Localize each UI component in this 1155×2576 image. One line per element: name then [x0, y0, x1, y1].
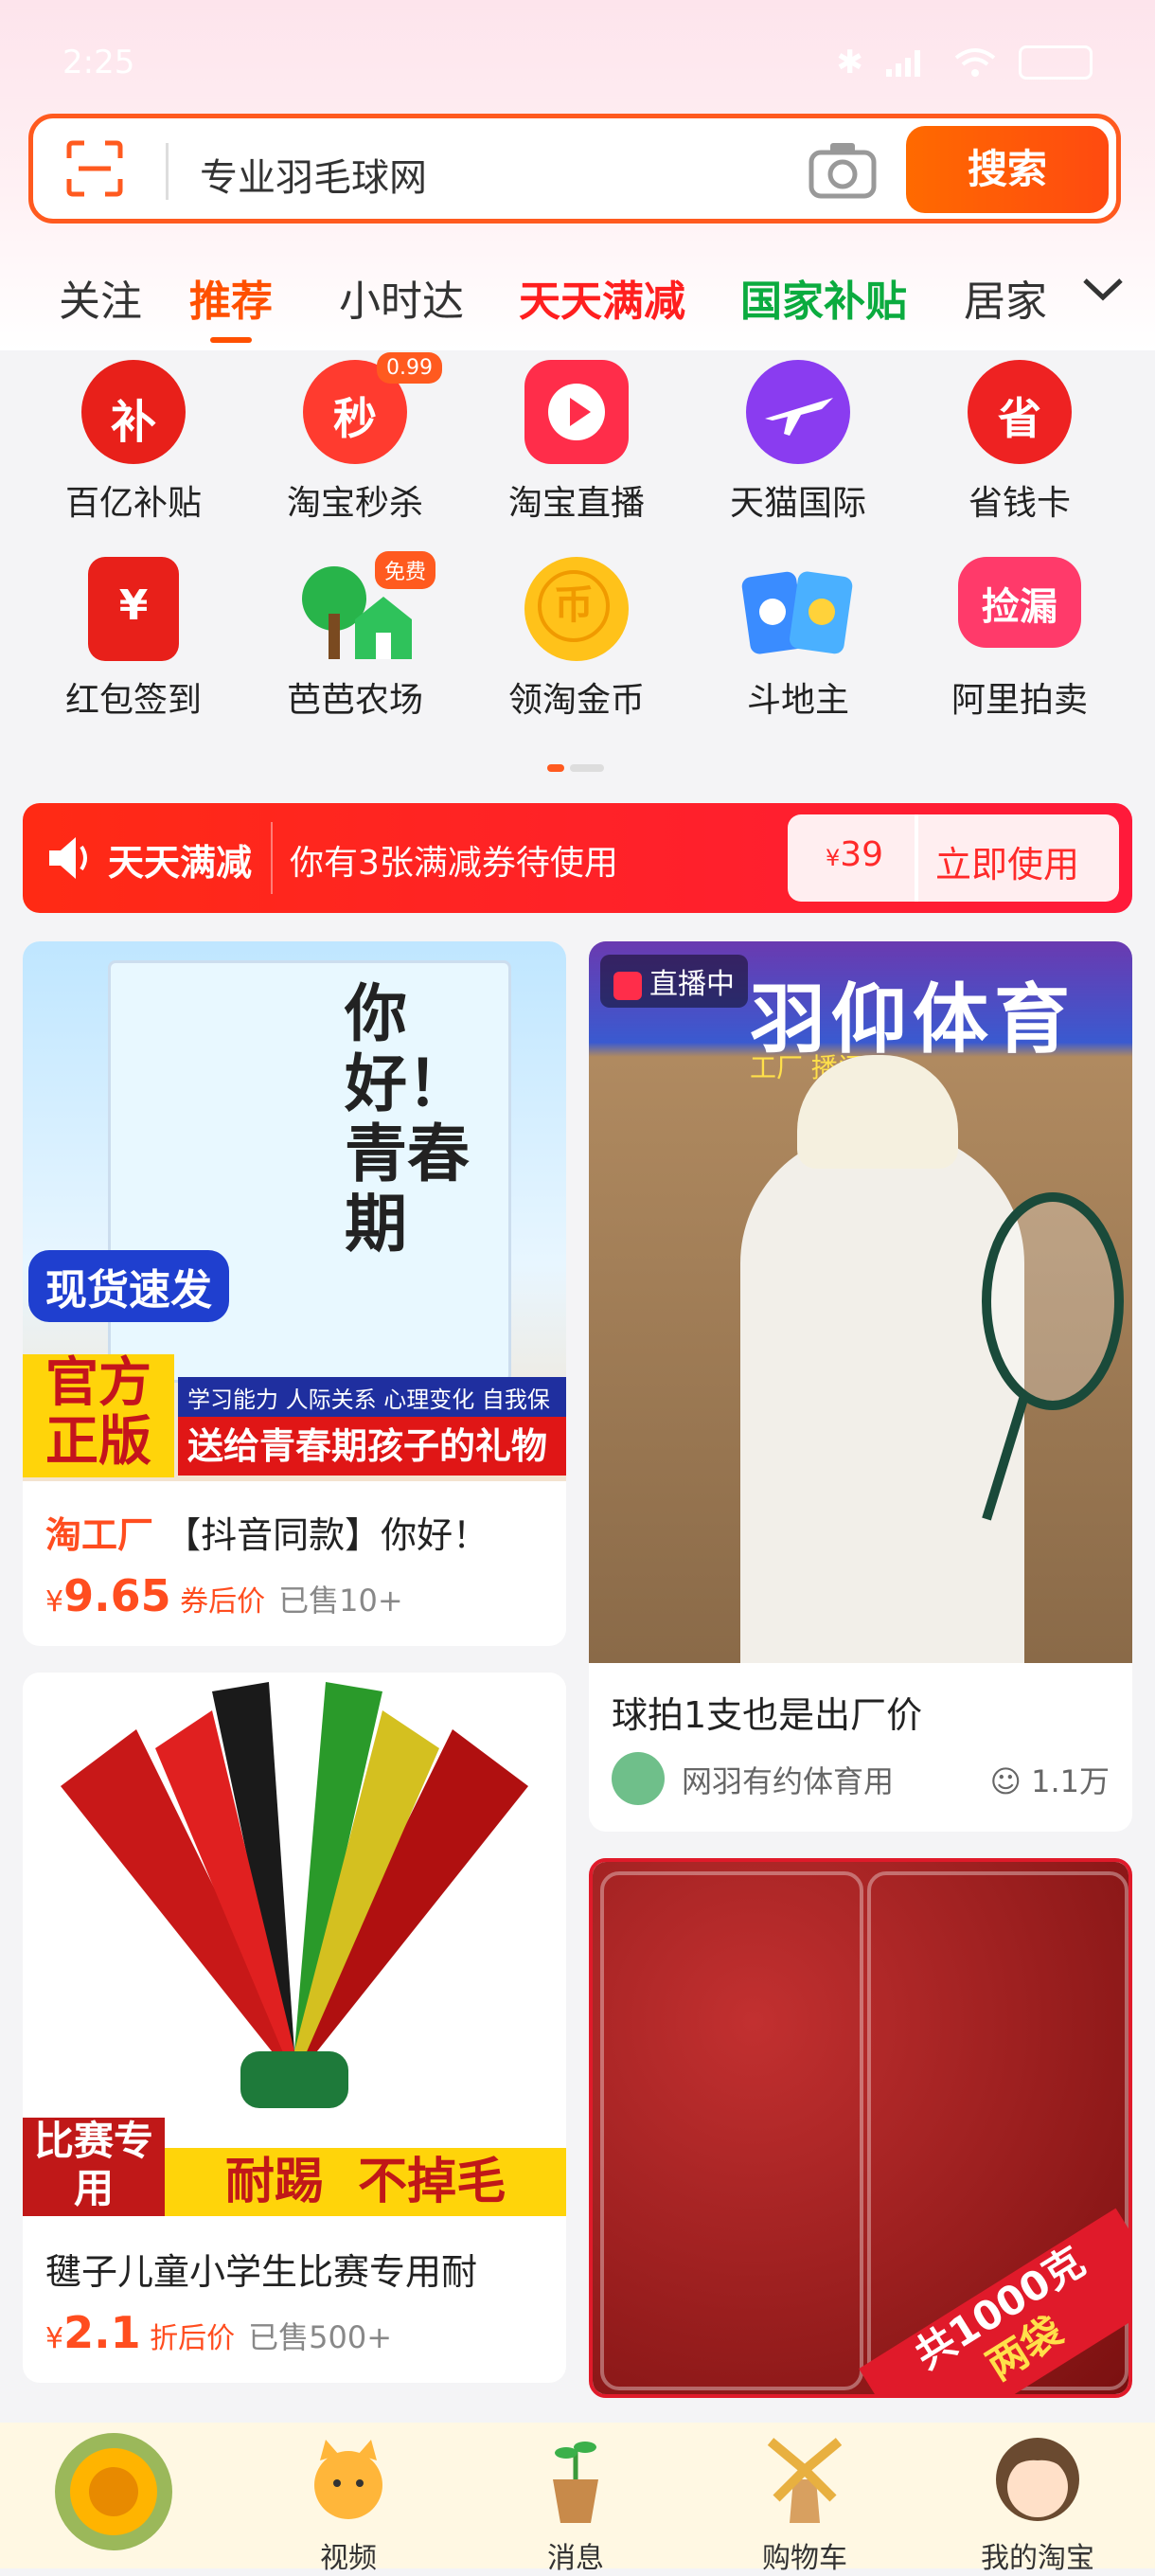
grid-item-tmall-global[interactable]: 天猫国际 [687, 360, 909, 525]
book-title: 你好！青春期 [345, 977, 470, 1261]
coupon-amount: ¥39 [826, 835, 884, 874]
category-tabs: 关注 推荐 小时达 天天满减 国家补贴 居家 [0, 256, 1155, 343]
free-badge: 免费 [375, 551, 436, 589]
red-packet-icon: ¥ [88, 557, 179, 661]
search-bar[interactable]: 专业羽毛球网 搜索 [28, 114, 1121, 224]
signal-icon [886, 50, 920, 77]
cat-video-icon [314, 2440, 382, 2519]
grid-item-subsidy[interactable]: 补 百亿补贴 [23, 360, 244, 525]
plant-message-icon [553, 2442, 598, 2523]
use-now-button[interactable]: 立即使用 [935, 835, 1079, 887]
brand-label: 淘工厂 [45, 1514, 154, 1556]
shuttlecock-image [61, 1682, 528, 2108]
sunflower-home-icon [55, 2433, 172, 2550]
live-indicator-icon [613, 971, 642, 1000]
tab-daily-discount[interactable]: 天天满减 [519, 267, 685, 328]
nav-messages[interactable]: 消息 [490, 2432, 661, 2576]
price-badge: 0.99 [377, 352, 442, 384]
bottom-navigation: 视频 消息 购物车 我的淘宝 [0, 2423, 1155, 2575]
live-icon [524, 360, 629, 464]
nav-profile[interactable]: 我的淘宝 [952, 2432, 1123, 2576]
product-image: 比赛专用 耐踢 不掉毛 [23, 1673, 566, 2216]
banner-text: 你有3张满减券待使用 [290, 844, 618, 883]
wifi-icon [954, 48, 996, 77]
in-stock-tag: 现货速发 [28, 1250, 229, 1322]
product-image: 你好！青春期 现货速发 官方正版 学习能力 人际关系 心理变化 自我保护 送给青… [23, 941, 566, 1481]
windmill-cart-icon [767, 2438, 843, 2523]
slogan: 耐踢 不掉毛 [165, 2148, 566, 2216]
product-card-shuttlecock[interactable]: 比赛专用 耐踢 不掉毛 毽子儿童小学生比赛专用耐 ¥2.1 折后价 已售500+ [23, 1673, 566, 2383]
gold-coin-icon: 币 [524, 557, 629, 661]
product-price: ¥9.65 券后价 已售10+ [45, 1570, 403, 1621]
feature-grid: 补 百亿补贴 秒 0.99 淘宝秒杀 淘宝直播 天猫国际 省 省钱卡 ¥ 红包签… [0, 352, 1155, 739]
status-bar: 2:25 ✱ [62, 40, 1093, 87]
auction-icon: 捡漏 [958, 557, 1081, 648]
product-title: 毽子儿童小学生比赛专用耐 [45, 2251, 478, 2293]
tab-recommend[interactable]: 推荐 [189, 267, 273, 343]
grid-item-savings-card[interactable]: 省 省钱卡 [909, 360, 1130, 525]
product-card-dates[interactable]: 共1000克 两袋 [589, 1858, 1132, 2398]
product-title: 【抖音同款】你好！ [165, 1514, 489, 1556]
product-card-book[interactable]: 你好！青春期 现货速发 官方正版 学习能力 人际关系 心理变化 自我保护 送给青… [23, 941, 566, 1646]
viewer-count: ☺ 1.1万 [989, 1763, 1110, 1799]
savings-card-icon: 省 [968, 360, 1072, 464]
tab-follow[interactable]: 关注 [59, 267, 142, 328]
nav-home[interactable] [28, 2430, 199, 2557]
grid-item-red-packet[interactable]: ¥ 红包签到 [23, 557, 244, 722]
nav-cart[interactable]: 购物车 [720, 2432, 890, 2576]
banner-title: 天天满减 [108, 842, 253, 884]
coupon[interactable]: ¥39 立即使用 [788, 814, 1119, 902]
tmall-global-icon [746, 360, 850, 464]
competition-tag: 比赛专用 [23, 2118, 165, 2216]
avatar-profile-icon [996, 2438, 1079, 2521]
racket-icon [982, 1192, 1124, 1521]
chevron-down-icon[interactable] [1079, 265, 1127, 313]
tab-hourly-delivery[interactable]: 小时达 [339, 267, 464, 328]
grid-item-gold-coin[interactable]: 币 领淘金币 [466, 557, 687, 722]
camera-icon[interactable] [808, 139, 878, 200]
live-stream-image: 羽仰体育 工厂 播间 直播中 [589, 941, 1132, 1663]
search-button[interactable]: 搜索 [906, 126, 1109, 213]
grid-item-farm[interactable]: 免费 芭芭农场 [244, 551, 466, 722]
subsidy-icon: 补 [81, 360, 186, 464]
product-image: 共1000克 两袋 [593, 1862, 1128, 2394]
live-stream-card[interactable]: 羽仰体育 工厂 播间 直播中 球拍1支也是出厂价 网羽有约体育用 ☺ 1.1万 [589, 941, 1132, 1832]
tab-national-subsidy[interactable]: 国家补贴 [740, 267, 907, 328]
bluetooth-icon: ✱ [836, 44, 864, 81]
page-indicator [547, 758, 610, 776]
speaker-icon [49, 837, 87, 879]
status-time: 2:25 [62, 44, 135, 81]
grid-item-auction[interactable]: 捡漏 阿里拍卖 [909, 557, 1130, 722]
nav-video[interactable]: 视频 [263, 2432, 434, 2576]
viewers-icon: ☺ [989, 1763, 1022, 1799]
cards-game-icon [741, 557, 853, 661]
scan-icon[interactable] [65, 139, 124, 198]
product-price: ¥2.1 折后价 已售500+ [45, 2307, 393, 2358]
discount-banner[interactable]: 天天满减 你有3张满减券待使用 ¥39 立即使用 [23, 803, 1132, 913]
grid-item-flash-sale[interactable]: 秒 0.99 淘宝秒杀 [244, 352, 466, 525]
shop-name: 网羽有约体育用 [682, 1763, 895, 1799]
tab-home[interactable]: 居家 [964, 267, 1055, 328]
search-input[interactable]: 专业羽毛球网 [200, 147, 427, 202]
battery-icon [1019, 45, 1093, 80]
live-title: 球拍1支也是出厂价 [612, 1694, 923, 1736]
live-badge: 直播中 [600, 955, 748, 1008]
grid-item-live[interactable]: 淘宝直播 [466, 360, 687, 525]
grid-item-cards-game[interactable]: 斗地主 [687, 557, 909, 722]
shop-avatar [612, 1752, 665, 1805]
official-tag: 官方正版 [23, 1354, 174, 1477]
